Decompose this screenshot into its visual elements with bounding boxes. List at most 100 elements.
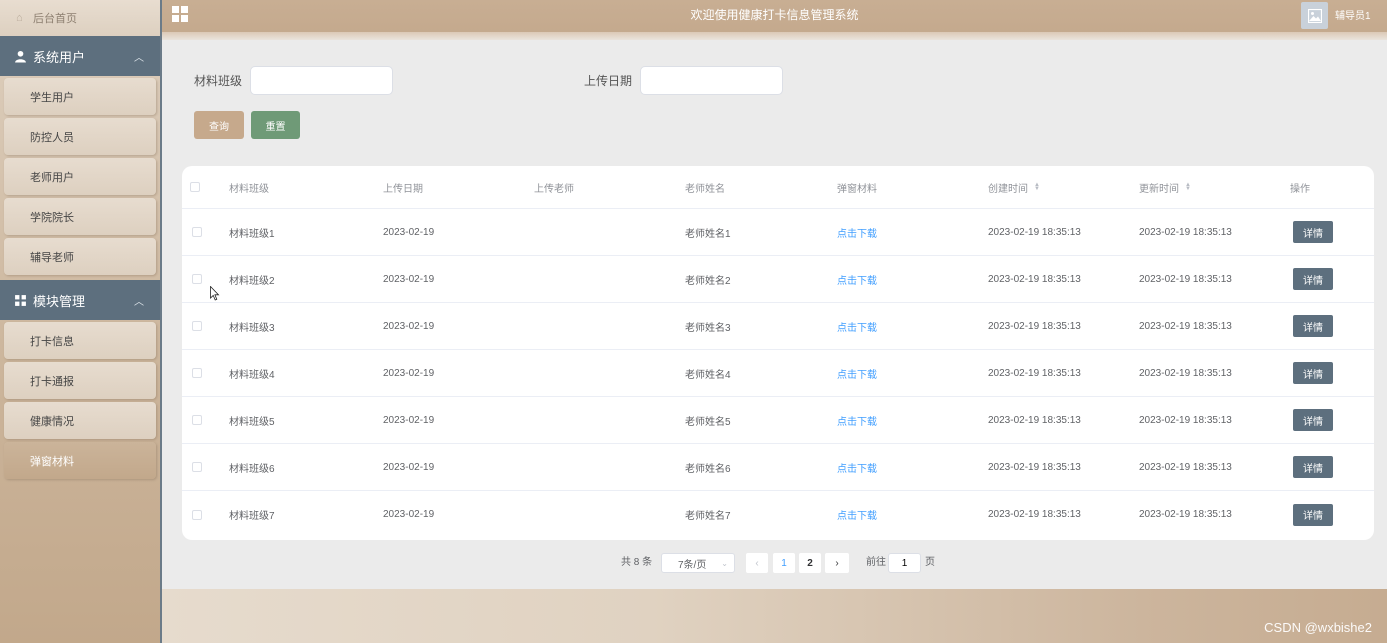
row-checkbox[interactable] [192,227,202,237]
row-checkbox[interactable] [192,462,202,472]
sidebar-group-module-management[interactable]: 模块管理 ︿ [0,280,160,320]
download-link[interactable]: 点击下载 [837,319,877,334]
sidebar-item-label: 打卡通报 [30,375,74,388]
detail-button[interactable]: 详情 [1293,409,1333,431]
row-select-cell [192,491,202,538]
action-cell: 详情 [1293,350,1333,396]
sidebar-item-health-status[interactable]: 健康情况 [4,402,156,439]
download-link[interactable]: 点击下载 [837,413,877,428]
table-cell-teacher-name: 老师姓名2 [685,275,731,287]
sidebar-item-label: 防控人员 [30,131,74,144]
detail-button[interactable]: 详情 [1293,268,1333,290]
table-row: 材料班级2 2023-02-19 老师姓名2 点击下载 2023-02-19 18:35… [182,256,1374,303]
row-checkbox[interactable] [192,274,202,284]
sidebar-item-student-users[interactable]: 学生用户 [4,78,156,115]
sidebar-item-checkin-info[interactable]: 打卡信息 [4,322,156,359]
class-input[interactable] [250,66,394,95]
download-link[interactable]: 点击下载 [837,225,877,240]
sidebar-item-label: 弹窗材料 [30,455,74,468]
query-button[interactable]: 查询 [194,111,244,139]
table-cell-class: 材料班级1 [229,228,275,240]
row-select-cell [192,444,202,490]
table-cell-created: 2023-02-19 18:35:13 [988,367,1081,379]
table-row: 材料班级6 2023-02-19 老师姓名6 点击下载 2023-02-19 18:35… [182,444,1374,491]
detail-button[interactable]: 详情 [1293,503,1333,526]
page-size-value: 7条/页 [678,559,707,571]
sidebar-group-system-users[interactable]: 系统用户 ︿ [0,36,160,76]
footer: CSDN @wxbishe2 [162,589,1387,643]
detail-button[interactable]: 详情 [1293,315,1333,337]
table-cell-date: 2023-02-19 [383,226,435,238]
sidebar-group-label: 系统用户 [33,49,86,65]
sidebar-item-popup-materials[interactable]: 弹窗材料 [4,442,156,479]
table-cell-teacher-name: 老师姓名3 [685,322,731,334]
table-header-row: 材料班级 上传日期 上传老师 老师姓名 弹窗材料 创建时间 ▲ ▼ 更新时间 ▲ ▼… [182,166,1374,209]
table-cell-created: 2023-02-19 18:35:13 [988,273,1081,285]
detail-button[interactable]: 详情 [1293,221,1333,243]
sidebar-item-dean[interactable]: 学院院长 [4,198,156,235]
sidebar-item-teacher-users[interactable]: 老师用户 [4,158,156,195]
table-cell-class: 材料班级7 [229,511,275,522]
prev-page-button[interactable]: ‹ [746,553,768,573]
avatar[interactable] [1301,2,1328,29]
download-link[interactable]: 点击下载 [837,507,877,522]
page-number-1[interactable]: 1 [773,553,795,573]
table-cell-date: 2023-02-19 [383,509,435,520]
table-cell-created: 2023-02-19 18:35:13 [988,226,1081,238]
download-link-cell: 点击下载 [837,491,877,538]
table-cell-updated: 2023-02-19 18:35:13 [1139,509,1232,520]
table-cell-teacher-name: 老师姓名5 [685,416,731,428]
sort-icon[interactable]: ▲ ▼ [1034,182,1040,192]
sidebar-item-checkin-notice[interactable]: 打卡通报 [4,362,156,399]
table-cell-created: 2023-02-19 18:35:13 [988,509,1081,520]
detail-button[interactable]: 详情 [1293,456,1333,478]
column-header: 材料班级 [229,183,269,195]
row-checkbox[interactable] [192,415,202,425]
table-cell-date: 2023-02-19 [383,367,435,379]
column-header: 创建时间 [988,183,1028,195]
column-header: 上传日期 [383,183,423,195]
table-cell-teacher-name: 老师姓名6 [685,463,731,475]
column-header: 上传老师 [534,183,574,195]
row-checkbox[interactable] [192,509,202,520]
download-link-cell: 点击下载 [837,444,877,490]
header-divider [162,32,1387,40]
table-cell-class: 材料班级6 [229,463,275,475]
next-page-button[interactable]: › [825,553,849,573]
reset-button[interactable]: 重置 [251,111,300,139]
table-cell-created: 2023-02-19 18:35:13 [988,414,1081,426]
download-link[interactable]: 点击下载 [837,460,877,475]
row-checkbox[interactable] [192,321,202,331]
download-link[interactable]: 点击下载 [837,366,877,381]
sidebar-item-label: 辅导老师 [30,251,74,264]
chevron-up-icon: ︿ [134,52,144,64]
class-label: 材料班级 [194,74,243,88]
sidebar-item-epidemic-staff[interactable]: 防控人员 [4,118,156,155]
goto-page-input[interactable] [888,553,921,573]
pagination-total: 共 8 条 [621,557,653,568]
table-cell-updated: 2023-02-19 18:35:13 [1139,367,1232,379]
sidebar-home[interactable]: ⌂ 后台首页 [0,0,160,36]
main-content: 材料班级 上传日期 查询 重置 材料班级 上传日期 上传老师 老师姓名 弹窗材料… [162,40,1387,589]
page-number-2[interactable]: 2 [799,553,821,573]
sidebar-item-counselor[interactable]: 辅导老师 [4,238,156,275]
table-row: 材料班级3 2023-02-19 老师姓名3 点击下载 2023-02-19 18:35… [182,303,1374,350]
column-header-sortable[interactable]: 更新时间 ▲ ▼ [1139,166,1191,208]
select-all-checkbox[interactable] [190,182,200,192]
download-link[interactable]: 点击下载 [837,272,877,287]
column-header-sortable[interactable]: 创建时间 ▲ ▼ [988,166,1040,208]
username[interactable]: 辅导员1 [1335,0,1371,33]
row-checkbox[interactable] [192,368,202,378]
date-input[interactable] [640,66,784,95]
detail-button[interactable]: 详情 [1293,362,1333,384]
table-cell-updated: 2023-02-19 18:35:13 [1139,414,1232,426]
download-link-cell: 点击下载 [837,256,877,302]
table-cell-teacher-name: 老师姓名1 [685,228,731,240]
sort-icon[interactable]: ▲ ▼ [1185,182,1191,192]
action-cell: 详情 [1293,256,1333,302]
sidebar-item-label: 打卡信息 [30,335,74,348]
sidebar-item-label: 老师用户 [30,171,74,184]
table-cell-created: 2023-02-19 18:35:13 [988,320,1081,332]
column-header: 老师姓名 [685,183,725,195]
page-size-select[interactable]: 7条/页 ⌄ [661,553,735,573]
